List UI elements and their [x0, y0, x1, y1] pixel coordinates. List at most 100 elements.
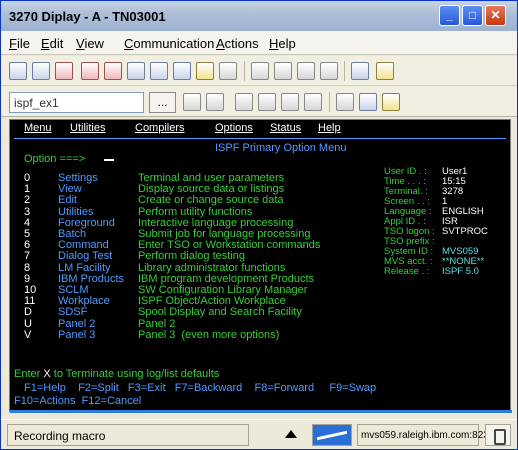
macro-message-icon[interactable] — [382, 93, 400, 111]
option-key: 6 — [24, 239, 31, 252]
command-cursor[interactable] — [104, 159, 114, 161]
option-name[interactable]: IBM Products — [58, 273, 124, 285]
option-description: Enter TSO or Workstation commands — [138, 239, 321, 252]
option-name[interactable]: SCLM — [58, 284, 89, 296]
option-name[interactable]: SDSF — [58, 306, 87, 318]
paste-icon[interactable] — [150, 62, 168, 80]
option-name[interactable]: Edit — [58, 194, 77, 206]
option-name[interactable]: Batch — [58, 228, 86, 240]
option-key: 11 — [24, 295, 36, 308]
option-description: IBM program development Products — [138, 272, 315, 285]
emulator-window: 3270 Diplay - A - TN03001 _ □ ✕ File Edi… — [0, 0, 518, 450]
macro-name-field[interactable] — [9, 92, 144, 113]
info-label: Release . : — [384, 266, 430, 277]
pause-macro-icon[interactable] — [320, 62, 338, 80]
main-toolbar — [1, 56, 517, 86]
minimize-button[interactable]: _ — [439, 5, 460, 26]
option-name[interactable]: LM Facility — [58, 262, 111, 274]
menu-communication[interactable]: Communication — [124, 36, 214, 51]
window-title: 3270 Diplay - A - TN03001 — [9, 9, 166, 24]
option-name[interactable]: Command — [58, 239, 109, 251]
display-setup-icon[interactable] — [219, 62, 237, 80]
ispf-menu-options[interactable]: Options — [215, 122, 253, 134]
option-key: 9 — [24, 272, 31, 285]
option-key: V — [24, 328, 32, 341]
menu-actions[interactable]: Actions — [216, 36, 259, 51]
ispf-menu-compilers[interactable]: Compilers — [135, 122, 185, 134]
menu-bar: File Edit View Communication Actions Hel… — [1, 31, 517, 55]
ispf-menu-help[interactable]: Help — [318, 122, 341, 134]
option-name[interactable]: Panel 3 — [58, 329, 95, 341]
screen-status-line — [10, 410, 512, 413]
option-description: Create or change source data — [138, 194, 284, 207]
close-button[interactable]: ✕ — [485, 5, 506, 26]
option-name[interactable]: Dialog Test — [58, 250, 112, 262]
ispf-menu-menu[interactable]: Menu — [24, 122, 52, 134]
terminate-hint: Enter X to Terminate using log/list defa… — [14, 368, 220, 380]
option-description: Display source data or listings — [138, 183, 285, 196]
copy-icon[interactable] — [127, 62, 145, 80]
option-name[interactable]: Panel 2 — [58, 318, 95, 330]
record-macro-icon[interactable] — [251, 62, 269, 80]
title-bar: 3270 Diplay - A - TN03001 _ □ ✕ — [1, 1, 517, 31]
macro-record-icon[interactable] — [183, 93, 201, 111]
option-description: Submit job for language processing — [138, 228, 311, 240]
option-description: Perform dialog testing — [138, 250, 245, 263]
macro-step-icon[interactable] — [304, 93, 322, 111]
option-key: U — [24, 317, 32, 330]
option-description: Library administrator functions — [138, 261, 286, 274]
security-lock-icon[interactable] — [485, 424, 511, 446]
maximize-button[interactable]: □ — [462, 5, 483, 26]
option-name[interactable]: Utilities — [58, 206, 93, 218]
info-value: SVTPROC — [442, 226, 488, 237]
macro-wait-icon[interactable] — [336, 93, 354, 111]
play-macro-icon[interactable] — [297, 62, 315, 80]
option-key: 0 — [24, 172, 31, 184]
option-description: Panel 3 (even more options) — [138, 328, 280, 341]
print-setup-icon[interactable] — [32, 62, 50, 80]
macro-play-icon[interactable] — [235, 93, 253, 111]
menu-help[interactable]: Help — [269, 36, 296, 51]
host-address-panel: mvs059.raleigh.ibm.com:823 — [357, 424, 489, 446]
stop-macro-icon[interactable] — [274, 62, 292, 80]
disconnect-icon[interactable] — [55, 62, 73, 80]
timer-icon[interactable] — [359, 93, 377, 111]
option-key: 7 — [24, 250, 31, 263]
terminal-area: Menu Utilities Compilers Options Status … — [9, 119, 512, 413]
option-key: 10 — [24, 284, 37, 296]
send-file-icon[interactable] — [173, 62, 191, 80]
ispf-menu-status[interactable]: Status — [270, 122, 301, 134]
help-icon[interactable] — [376, 62, 394, 80]
popup-keypad-icon[interactable] — [351, 62, 369, 80]
option-key: 2 — [24, 194, 31, 207]
print-screen-icon[interactable] — [9, 62, 27, 80]
scroll-up-arrow-icon[interactable] — [285, 430, 297, 438]
macro-pause-icon[interactable] — [258, 93, 276, 111]
ispf-menu-utilities[interactable]: Utilities — [70, 122, 105, 134]
option-name[interactable]: View — [58, 183, 82, 195]
option-description: SW Configuration Library Manager — [138, 284, 308, 296]
option-name[interactable]: Settings — [58, 172, 98, 184]
macro-edit-icon[interactable] — [281, 93, 299, 111]
keyboard-map-icon[interactable] — [196, 62, 214, 80]
option-description: Panel 2 — [138, 317, 176, 330]
panel-title: ISPF Primary Option Menu — [215, 142, 347, 154]
host-address: mvs059.raleigh.ibm.com:823 — [361, 430, 489, 441]
connect-icon[interactable] — [81, 62, 99, 80]
browse-macro-button[interactable]: ... — [149, 92, 176, 113]
macro-stop-icon[interactable] — [206, 93, 224, 111]
option-name[interactable]: Foreground — [58, 217, 115, 229]
option-name[interactable]: Workplace — [58, 295, 110, 307]
menu-view[interactable]: View — [76, 36, 104, 51]
menu-file[interactable]: File — [9, 36, 30, 51]
option-description: ISPF Object/Action Workplace — [138, 295, 286, 308]
option-key: 4 — [24, 216, 31, 229]
option-description: Perform utility functions — [138, 205, 253, 218]
option-description: Interactive language processing — [138, 216, 294, 229]
terminal-screen[interactable]: Menu Utilities Compilers Options Status … — [9, 119, 512, 413]
option-key: 5 — [24, 228, 31, 240]
pf-keys-line-2: F10=Actions F12=Cancel — [14, 395, 142, 407]
option-description: Spool Display and Search Facility — [138, 306, 302, 319]
receive-file-icon[interactable] — [104, 62, 122, 80]
menu-edit[interactable]: Edit — [41, 36, 63, 51]
